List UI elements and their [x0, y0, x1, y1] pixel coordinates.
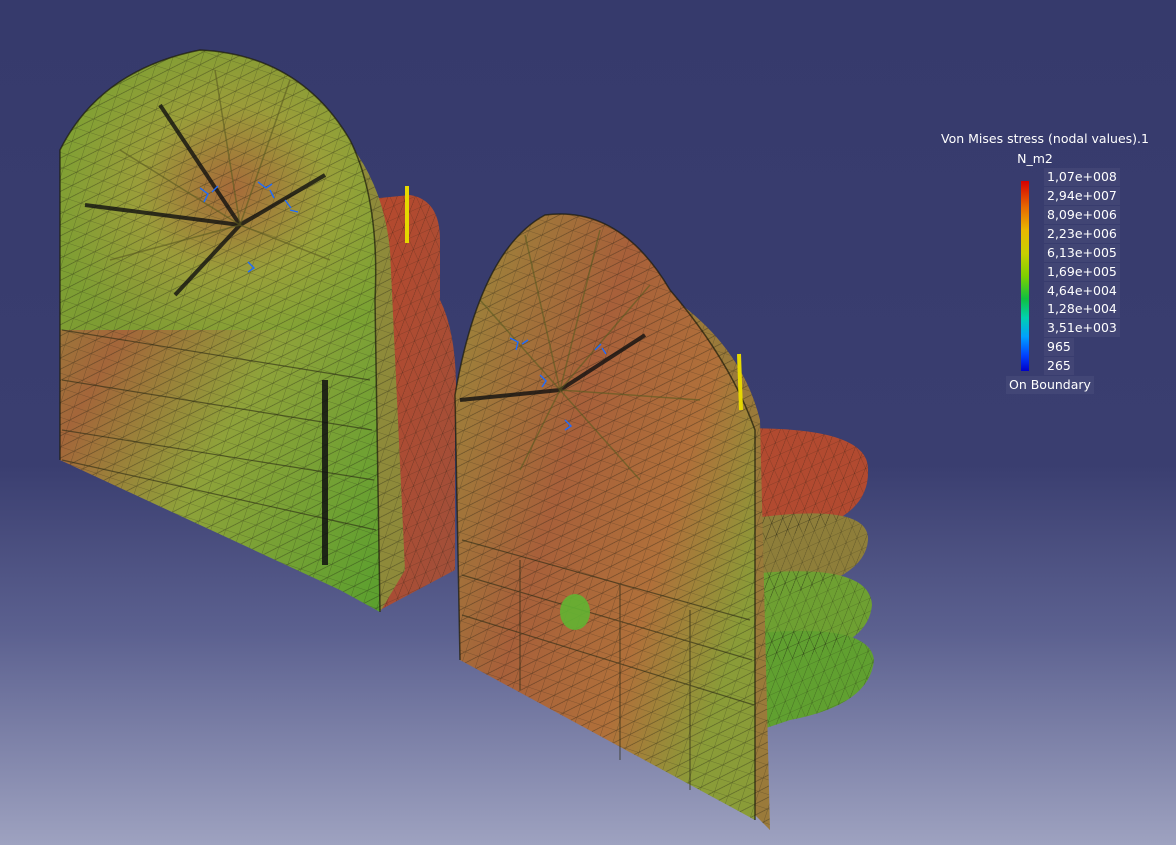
legend-value: 1,69e+005 — [1044, 263, 1120, 281]
legend-value: 1,28e+004 — [1044, 300, 1120, 318]
load-marker — [737, 353, 743, 411]
legend-value: 1,07e+008 — [1044, 168, 1120, 186]
legend-colorbar — [1021, 181, 1029, 371]
stress-legend: Von Mises stress (nodal values).1 N_m2 1… — [940, 130, 1150, 400]
legend-value: 4,64e+004 — [1044, 282, 1120, 300]
legend-value: 2,23e+006 — [1044, 225, 1120, 243]
legend-value: 2,94e+007 — [1044, 187, 1120, 205]
legend-value: 8,09e+006 — [1044, 206, 1120, 224]
legend-footer: On Boundary — [1006, 376, 1094, 394]
legend-value: 6,13e+005 — [1044, 244, 1120, 262]
fem-part-right[interactable] — [454, 213, 874, 830]
3d-viewport[interactable] — [0, 0, 1176, 845]
legend-unit: N_m2 — [1017, 151, 1053, 166]
fem-part-left[interactable] — [59, 49, 456, 613]
legend-value: 3,51e+003 — [1044, 319, 1120, 337]
legend-value: 265 — [1044, 357, 1074, 375]
legend-value: 965 — [1044, 338, 1074, 356]
legend-title: Von Mises stress (nodal values).1 — [941, 131, 1149, 146]
